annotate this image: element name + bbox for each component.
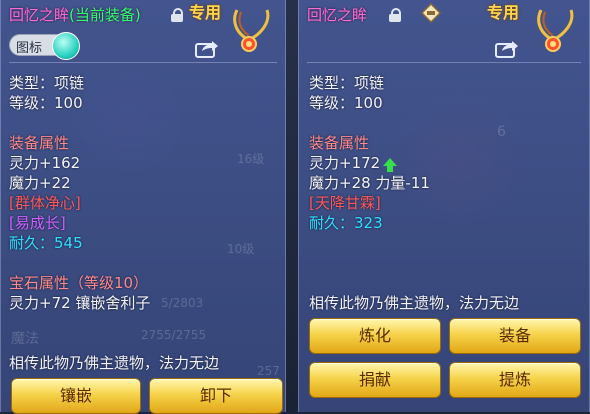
equip-button[interactable]: 装备 (449, 318, 581, 354)
durability: 耐久：545 (9, 234, 83, 252)
toggle-label: 图标 (16, 41, 43, 56)
item-level: 等级：100 (9, 94, 83, 112)
item-title: 回忆之眸(当前装备) (9, 4, 141, 25)
item-level: 等级：100 (309, 94, 383, 112)
compare-item-tooltip: 6 回忆之眸 专用 类型：项链 等级：100 装备属性 灵力+172 魔力+28… (298, 0, 590, 412)
equipped-item-tooltip: 5/2803 魔法 2755/2755 16级 10级 257 回忆之眸(当前装… (0, 0, 286, 414)
attributes-header: 装备属性 (309, 134, 370, 152)
share-icon[interactable] (195, 38, 219, 58)
item-name: 回忆之眸 (307, 6, 368, 24)
toggle-knob[interactable] (52, 32, 80, 60)
donate-button[interactable]: 捐献 (309, 362, 441, 398)
attribute-line: 灵力+162 (9, 154, 81, 172)
unequip-button[interactable]: 卸下 (149, 378, 283, 414)
gem-attributes-header: 宝石属性（等级10） (9, 274, 149, 292)
item-description: 相传此物乃佛主遗物，法力无边 (9, 354, 220, 372)
item-type: 类型：项链 (309, 74, 385, 92)
attribute-text: 灵力+172 (309, 154, 381, 172)
necklace-icon (537, 9, 574, 52)
item-title: 回忆之眸 (307, 4, 367, 25)
equipped-status: (当前装备) (69, 6, 141, 24)
attribute-line: 魔力+28 力量-11 (309, 174, 430, 192)
attributes-header: 装备属性 (9, 134, 70, 152)
exclusive-label: 专用 (487, 3, 520, 22)
item-name: 回忆之眸 (9, 6, 70, 24)
attribute-line: 魔力+22 (9, 174, 71, 192)
bg-text: 2755/2755 (141, 328, 207, 342)
bg-text: 6 (497, 124, 506, 140)
inlay-button[interactable]: 镶嵌 (11, 378, 141, 414)
divider (9, 62, 277, 63)
icon-toggle[interactable]: 图标 (9, 32, 80, 60)
lock-icon[interactable] (171, 8, 183, 22)
special-effect: [天降甘霖] (309, 194, 381, 212)
badge-icon (421, 3, 441, 23)
bg-text: 10级 (227, 242, 255, 256)
necklace-icon (233, 9, 270, 52)
bg-text: 魔法 (11, 331, 39, 347)
divider (307, 62, 581, 63)
item-description: 相传此物乃佛主遗物，法力无边 (309, 294, 520, 312)
refine-button[interactable]: 炼化 (309, 318, 441, 354)
bg-text: 16级 (237, 152, 265, 166)
exclusive-label: 专用 (189, 3, 222, 22)
special-effect: [群体净心] (9, 194, 81, 212)
durability: 耐久：323 (309, 214, 383, 232)
item-type: 类型：项链 (9, 74, 85, 92)
extract-button[interactable]: 提炼 (449, 362, 581, 398)
up-arrow-icon (383, 157, 398, 172)
lock-icon[interactable] (389, 8, 401, 22)
gem-attribute-line: 灵力+72 镶嵌舍利子 (9, 294, 151, 312)
attribute-line: 灵力+172 (309, 152, 398, 173)
bg-text: 5/2803 (161, 296, 204, 310)
bg-text: 257 (257, 364, 280, 378)
special-trait: [易成长] (9, 214, 66, 232)
share-icon[interactable] (495, 38, 519, 58)
